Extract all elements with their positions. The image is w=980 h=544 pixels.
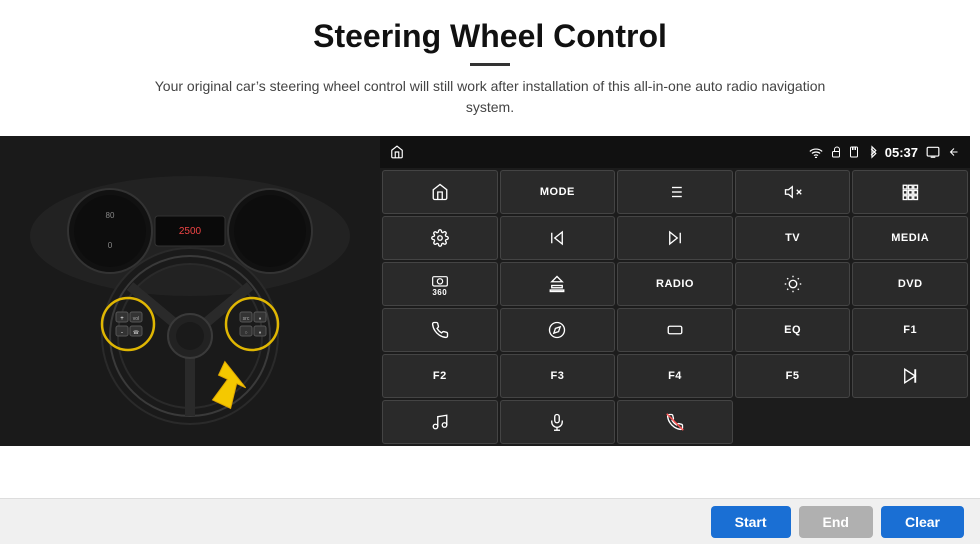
- btn-f4[interactable]: F4: [617, 354, 733, 398]
- btn-360cam[interactable]: 360: [382, 262, 498, 306]
- status-left: [390, 145, 404, 159]
- btn-vol-mute[interactable]: [735, 170, 851, 214]
- empty-cell-1: [735, 400, 851, 444]
- btn-phone-ans[interactable]: [617, 400, 733, 444]
- home-status-icon: [390, 145, 404, 159]
- btn-list[interactable]: [617, 170, 733, 214]
- end-button[interactable]: End: [799, 506, 873, 538]
- svg-text:src: src: [243, 316, 250, 322]
- btn-radio[interactable]: RADIO: [617, 262, 733, 306]
- svg-text:0: 0: [108, 241, 113, 250]
- start-button[interactable]: Start: [711, 506, 791, 538]
- btn-settings[interactable]: [382, 216, 498, 260]
- car-image: 80 0 2500: [0, 136, 380, 446]
- header-section: Steering Wheel Control Your original car…: [0, 0, 980, 126]
- screen-icon: [926, 146, 940, 158]
- btn-media[interactable]: MEDIA: [852, 216, 968, 260]
- svg-text:○: ○: [244, 330, 247, 336]
- btn-apps[interactable]: [852, 170, 968, 214]
- svg-text:80: 80: [106, 211, 115, 220]
- btn-f5[interactable]: F5: [735, 354, 851, 398]
- back-icon: [948, 146, 960, 158]
- svg-text:♦: ♦: [259, 330, 262, 336]
- btn-play-pause[interactable]: [852, 354, 968, 398]
- btn-f2[interactable]: F2: [382, 354, 498, 398]
- btn-tv[interactable]: TV: [735, 216, 851, 260]
- svg-text:☎: ☎: [133, 330, 139, 336]
- svg-text:+: +: [120, 316, 124, 322]
- btn-eq[interactable]: EQ: [735, 308, 851, 352]
- head-unit-panel: 05:37: [380, 136, 970, 446]
- wifi-icon: [809, 146, 823, 158]
- clear-button[interactable]: Clear: [881, 506, 964, 538]
- button-grid: MODE: [380, 168, 970, 446]
- btn-phone[interactable]: [382, 308, 498, 352]
- btn-dvd[interactable]: DVD: [852, 262, 968, 306]
- btn-f3[interactable]: F3: [500, 354, 616, 398]
- btn-rewind[interactable]: [500, 216, 616, 260]
- svg-text:2500: 2500: [179, 226, 202, 237]
- lock-icon: [831, 146, 841, 158]
- svg-text:vol: vol: [133, 316, 139, 322]
- page-subtitle: Your original car’s steering wheel contr…: [140, 76, 840, 118]
- btn-rectangle[interactable]: [617, 308, 733, 352]
- status-bar: 05:37: [380, 136, 970, 168]
- btn-home[interactable]: [382, 170, 498, 214]
- btn-mic[interactable]: [500, 400, 616, 444]
- btn-compass[interactable]: [500, 308, 616, 352]
- svg-text:-: -: [121, 330, 123, 336]
- empty-cell-2: [852, 400, 968, 444]
- page-container: Steering Wheel Control Your original car…: [0, 0, 980, 544]
- btn-mode[interactable]: MODE: [500, 170, 616, 214]
- bottom-action-bar: Start End Clear: [0, 498, 980, 544]
- btn-music[interactable]: [382, 400, 498, 444]
- svg-text:♦: ♦: [259, 316, 262, 322]
- btn-brightness[interactable]: [735, 262, 851, 306]
- btn-fastforward[interactable]: [617, 216, 733, 260]
- time-display: 05:37: [885, 145, 918, 160]
- btn-f1[interactable]: F1: [852, 308, 968, 352]
- btn-eject[interactable]: [500, 262, 616, 306]
- page-title: Steering Wheel Control: [60, 18, 920, 55]
- sd-icon: [849, 146, 859, 158]
- title-divider: [470, 63, 510, 66]
- content-area: 80 0 2500: [0, 136, 980, 498]
- status-right: 05:37: [809, 145, 960, 160]
- bluetooth-icon: [867, 145, 877, 159]
